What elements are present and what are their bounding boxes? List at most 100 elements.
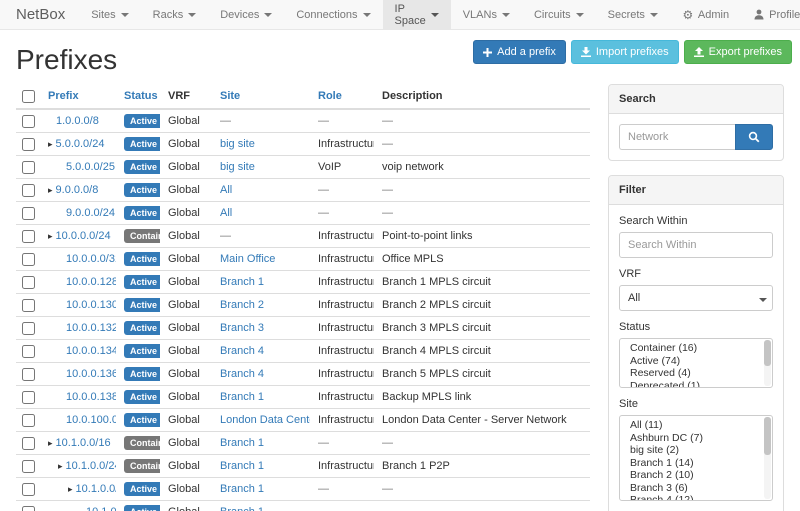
row-checkbox[interactable] (22, 414, 35, 427)
export-prefixes-button[interactable]: Export prefixes (684, 40, 792, 64)
prefix-link[interactable]: 10.0.0.130/31 (66, 299, 116, 311)
column-header-status[interactable]: Status (116, 84, 160, 109)
listbox-option[interactable]: Branch 4 (12) (620, 495, 772, 501)
nav-item-racks[interactable]: Racks (141, 0, 209, 29)
row-checkbox[interactable] (22, 230, 35, 243)
site-cell: Branch 4 (212, 363, 310, 386)
nav-item-circuits[interactable]: Circuits (522, 0, 596, 29)
site-link[interactable]: Branch 1 (220, 391, 264, 403)
row-checkbox[interactable] (22, 437, 35, 450)
nav-item-connections[interactable]: Connections (284, 0, 382, 29)
site-link[interactable]: Branch 1 (220, 276, 264, 288)
site-link[interactable]: Branch 1 (220, 460, 264, 472)
row-checkbox[interactable] (22, 322, 35, 335)
vrf-cell: Global (160, 363, 212, 386)
profile-link[interactable]: Profile (741, 0, 800, 29)
listbox-option[interactable]: Container (16) (620, 343, 772, 354)
listbox-option[interactable]: Branch 1 (14) (620, 458, 772, 469)
site-link[interactable]: London Data Center (220, 414, 310, 426)
listbox-option[interactable]: Reserved (4) (620, 368, 772, 379)
row-checkbox[interactable] (22, 207, 35, 220)
row-checkbox[interactable] (22, 391, 35, 404)
site-link[interactable]: Branch 2 (220, 299, 264, 311)
nav-item-vlans[interactable]: VLANs (451, 0, 522, 29)
prefix-link[interactable]: 1.0.0.0/8 (56, 115, 99, 127)
prefix-link[interactable]: 10.0.0.134/31 (66, 345, 116, 357)
site-link[interactable]: All (220, 207, 232, 219)
row-checkbox[interactable] (22, 184, 35, 197)
site-link[interactable]: Branch 1 (220, 483, 264, 495)
site-link[interactable]: Branch 4 (220, 345, 264, 357)
listbox-option[interactable]: Branch 2 (10) (620, 470, 772, 481)
prefix-link[interactable]: 10.1.0.0/26 (86, 506, 116, 511)
prefix-link[interactable]: 10.0.0.136/31 (66, 368, 116, 380)
row-checkbox[interactable] (22, 483, 35, 496)
add-prefix-button[interactable]: Add a prefix (473, 40, 566, 64)
prefix-link[interactable]: 5.0.0.0/25 (66, 161, 115, 173)
search-input[interactable] (619, 124, 735, 150)
status-badge: Container (124, 459, 160, 473)
prefix-link[interactable]: 10.1.0.0/24 (66, 460, 116, 472)
role-cell: — (310, 432, 374, 455)
site-link[interactable]: All (220, 184, 232, 196)
prefix-link[interactable]: 10.0.0.138/31 (66, 391, 116, 403)
row-checkbox[interactable] (22, 276, 35, 289)
site-link[interactable]: Branch 1 (220, 506, 264, 511)
site-link[interactable]: Branch 3 (220, 322, 264, 334)
row-checkbox[interactable] (22, 506, 35, 511)
listbox-option[interactable]: All (11) (620, 420, 772, 431)
prefix-link[interactable]: 10.0.0.0/31 (66, 253, 116, 265)
nav-item-ip-space[interactable]: IP Space (383, 0, 451, 29)
column-header-prefix[interactable]: Prefix (40, 84, 116, 109)
column-header-role[interactable]: Role (310, 84, 374, 109)
vrf-cell: Global (160, 271, 212, 294)
netbox-brand[interactable]: NetBox (0, 0, 79, 29)
listbox-option[interactable]: Branch 3 (6) (620, 483, 772, 494)
description-cell: Point-to-point links (374, 225, 590, 248)
row-checkbox[interactable] (22, 368, 35, 381)
search-button[interactable] (735, 124, 773, 150)
import-prefixes-button[interactable]: Import prefixes (571, 40, 679, 64)
prefix-link[interactable]: 9.0.0.0/8 (56, 184, 99, 196)
site-link[interactable]: Branch 1 (220, 437, 264, 449)
row-checkbox[interactable] (22, 460, 35, 473)
prefix-link[interactable]: 10.1.0.0/16 (56, 437, 111, 449)
prefix-link[interactable]: 10.0.0.0/24 (56, 230, 111, 242)
column-header-site[interactable]: Site (212, 84, 310, 109)
description-cell: — (374, 133, 590, 156)
prefix-link[interactable]: 5.0.0.0/24 (56, 138, 105, 150)
nav-item-sites[interactable]: Sites (79, 0, 140, 29)
prefix-link[interactable]: 10.0.100.0/24 (66, 414, 116, 426)
site-link[interactable]: big site (220, 138, 255, 150)
listbox-option[interactable]: Active (74) (620, 356, 772, 367)
role-cell: Infrastructure (310, 363, 374, 386)
prefix-link[interactable]: 10.0.0.128/31 (66, 276, 116, 288)
prefix-link[interactable]: 9.0.0.0/24 (66, 207, 115, 219)
status-scrollbar[interactable] (764, 340, 771, 386)
site-scrollbar[interactable] (764, 417, 771, 499)
listbox-option[interactable]: Deprecated (1) (620, 381, 772, 389)
site-link[interactable]: big site (220, 161, 255, 173)
site-listbox[interactable]: All (11) Ashburn DC (7)big site (2) Branch… (619, 415, 773, 501)
search-within-input[interactable] (619, 232, 773, 258)
status-listbox[interactable]: Container (16) Active (74)Reserved (4) Dep… (619, 338, 773, 388)
table-row: 10.0.0.0/31ActiveGlobalMain OfficeInfras… (16, 248, 590, 271)
nav-item-secrets[interactable]: Secrets (596, 0, 670, 29)
prefix-link[interactable]: 10.0.0.132/31 (66, 322, 116, 334)
row-checkbox[interactable] (22, 299, 35, 312)
vrf-select[interactable]: All (619, 285, 773, 311)
site-link[interactable]: Branch 4 (220, 368, 264, 380)
listbox-option[interactable]: Ashburn DC (7) (620, 433, 772, 444)
row-checkbox[interactable] (22, 253, 35, 266)
row-checkbox[interactable] (22, 161, 35, 174)
listbox-option[interactable]: big site (2) (620, 445, 772, 456)
user-icon (753, 9, 765, 21)
row-checkbox[interactable] (22, 138, 35, 151)
row-checkbox[interactable] (22, 345, 35, 358)
nav-item-devices[interactable]: Devices (208, 0, 284, 29)
site-link[interactable]: Main Office (220, 253, 275, 265)
prefix-link[interactable]: 10.1.0.0/25 (76, 483, 116, 495)
admin-link[interactable]: ⚙ Admin (670, 0, 741, 29)
row-checkbox[interactable] (22, 115, 35, 128)
select-all-checkbox[interactable] (22, 90, 35, 103)
